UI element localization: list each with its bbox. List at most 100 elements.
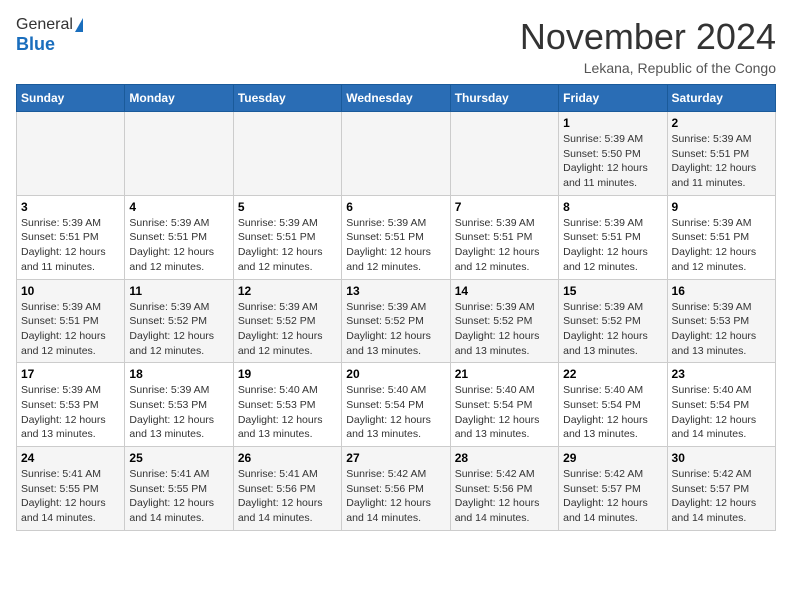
calendar-week-row: 3 Sunrise: 5:39 AM Sunset: 5:51 PM Daylig… <box>17 195 776 279</box>
day-info-text: Sunrise: 5:42 AM Sunset: 5:56 PM Dayligh… <box>455 467 554 526</box>
day-of-week-header: Saturday <box>667 85 775 112</box>
day-info-text: Sunrise: 5:39 AM Sunset: 5:52 PM Dayligh… <box>455 300 554 359</box>
day-number: 12 <box>238 284 337 298</box>
calendar-week-row: 1 Sunrise: 5:39 AM Sunset: 5:50 PM Daylig… <box>17 112 776 196</box>
day-info-text: Sunrise: 5:39 AM Sunset: 5:50 PM Dayligh… <box>563 132 662 191</box>
day-number: 10 <box>21 284 120 298</box>
calendar-cell: 25 Sunrise: 5:41 AM Sunset: 5:55 PM Dayli… <box>125 447 233 531</box>
day-number: 14 <box>455 284 554 298</box>
day-number: 29 <box>563 451 662 465</box>
month-title: November 2024 <box>520 16 776 58</box>
calendar-cell: 24Sunrise: 5:41 AM Sunset: 5:55 PM Dayli… <box>17 447 125 531</box>
day-number: 1 <box>563 116 662 130</box>
day-info-text: Sunrise: 5:39 AM Sunset: 5:51 PM Dayligh… <box>563 216 662 275</box>
day-info-text: Sunrise: 5:39 AM Sunset: 5:51 PM Dayligh… <box>672 132 771 191</box>
day-number: 5 <box>238 200 337 214</box>
day-number: 9 <box>672 200 771 214</box>
calendar-cell: 10Sunrise: 5:39 AM Sunset: 5:51 PM Dayli… <box>17 279 125 363</box>
calendar-cell <box>125 112 233 196</box>
day-info-text: Sunrise: 5:39 AM Sunset: 5:51 PM Dayligh… <box>129 216 228 275</box>
calendar-cell <box>450 112 558 196</box>
calendar-cell: 5Sunrise: 5:39 AM Sunset: 5:51 PM Daylig… <box>233 195 341 279</box>
day-number: 18 <box>129 367 228 381</box>
calendar-cell: 26 Sunrise: 5:41 AM Sunset: 5:56 PM Dayli… <box>233 447 341 531</box>
logo-triangle-icon <box>75 18 83 32</box>
day-of-week-header: Thursday <box>450 85 558 112</box>
calendar-cell: 19Sunrise: 5:40 AM Sunset: 5:53 PM Dayli… <box>233 363 341 447</box>
day-number: 25 <box>129 451 228 465</box>
day-number: 26 <box>238 451 337 465</box>
day-info-text: Sunrise: 5:42 AM Sunset: 5:56 PM Dayligh… <box>346 467 445 526</box>
day-of-week-header: Friday <box>559 85 667 112</box>
calendar-cell: 7Sunrise: 5:39 AM Sunset: 5:51 PM Daylig… <box>450 195 558 279</box>
day-info-text: Sunrise: 5:39 AM Sunset: 5:53 PM Dayligh… <box>672 300 771 359</box>
day-info-text: Sunrise: 5:40 AM Sunset: 5:54 PM Dayligh… <box>672 383 771 442</box>
logo-blue-text: Blue <box>16 34 55 55</box>
day-info-text: Sunrise: 5:42 AM Sunset: 5:57 PM Dayligh… <box>563 467 662 526</box>
calendar-cell: 16 Sunrise: 5:39 AM Sunset: 5:53 PM Dayli… <box>667 279 775 363</box>
day-number: 30 <box>672 451 771 465</box>
day-number: 15 <box>563 284 662 298</box>
day-number: 11 <box>129 284 228 298</box>
calendar-cell: 22Sunrise: 5:40 AM Sunset: 5:54 PM Dayli… <box>559 363 667 447</box>
day-of-week-header: Tuesday <box>233 85 341 112</box>
logo: General Blue <box>16 16 83 55</box>
location-subtitle: Lekana, Republic of the Congo <box>520 60 776 76</box>
calendar-table: SundayMondayTuesdayWednesdayThursdayFrid… <box>16 84 776 531</box>
calendar-cell <box>342 112 450 196</box>
day-info-text: Sunrise: 5:39 AM Sunset: 5:52 PM Dayligh… <box>563 300 662 359</box>
day-info-text: Sunrise: 5:40 AM Sunset: 5:54 PM Dayligh… <box>455 383 554 442</box>
day-info-text: Sunrise: 5:39 AM Sunset: 5:53 PM Dayligh… <box>21 383 120 442</box>
day-number: 7 <box>455 200 554 214</box>
day-info-text: Sunrise: 5:39 AM Sunset: 5:51 PM Dayligh… <box>346 216 445 275</box>
calendar-cell: 2 Sunrise: 5:39 AM Sunset: 5:51 PM Daylig… <box>667 112 775 196</box>
day-number: 13 <box>346 284 445 298</box>
day-number: 20 <box>346 367 445 381</box>
day-number: 24 <box>21 451 120 465</box>
calendar-cell: 15 Sunrise: 5:39 AM Sunset: 5:52 PM Dayli… <box>559 279 667 363</box>
calendar-cell: 1 Sunrise: 5:39 AM Sunset: 5:50 PM Daylig… <box>559 112 667 196</box>
calendar-cell: 11 Sunrise: 5:39 AM Sunset: 5:52 PM Dayli… <box>125 279 233 363</box>
day-info-text: Sunrise: 5:39 AM Sunset: 5:53 PM Dayligh… <box>129 383 228 442</box>
calendar-cell: 12 Sunrise: 5:39 AM Sunset: 5:52 PM Dayli… <box>233 279 341 363</box>
calendar-cell: 13 Sunrise: 5:39 AM Sunset: 5:52 PM Dayli… <box>342 279 450 363</box>
calendar-cell: 28 Sunrise: 5:42 AM Sunset: 5:56 PM Dayli… <box>450 447 558 531</box>
calendar-cell: 6 Sunrise: 5:39 AM Sunset: 5:51 PM Daylig… <box>342 195 450 279</box>
day-number: 23 <box>672 367 771 381</box>
calendar-cell: 18 Sunrise: 5:39 AM Sunset: 5:53 PM Dayli… <box>125 363 233 447</box>
calendar-cell <box>233 112 341 196</box>
calendar-cell: 30Sunrise: 5:42 AM Sunset: 5:57 PM Dayli… <box>667 447 775 531</box>
day-info-text: Sunrise: 5:41 AM Sunset: 5:56 PM Dayligh… <box>238 467 337 526</box>
day-info-text: Sunrise: 5:39 AM Sunset: 5:51 PM Dayligh… <box>672 216 771 275</box>
day-info-text: Sunrise: 5:41 AM Sunset: 5:55 PM Dayligh… <box>129 467 228 526</box>
day-number: 3 <box>21 200 120 214</box>
day-number: 16 <box>672 284 771 298</box>
day-number: 28 <box>455 451 554 465</box>
page-header: General Blue November 2024 Lekana, Repub… <box>16 16 776 76</box>
day-of-week-header: Monday <box>125 85 233 112</box>
day-number: 19 <box>238 367 337 381</box>
calendar-week-row: 24 Sunrise: 5:41 AM Sunset: 5:55 PM Dayli… <box>17 447 776 531</box>
calendar-cell: 27 Sunrise: 5:42 AM Sunset: 5:56 PM Dayli… <box>342 447 450 531</box>
day-number: 2 <box>672 116 771 130</box>
calendar-cell: 14 Sunrise: 5:39 AM Sunset: 5:52 PM Dayli… <box>450 279 558 363</box>
day-info-text: Sunrise: 5:39 AM Sunset: 5:52 PM Dayligh… <box>129 300 228 359</box>
day-of-week-header: Wednesday <box>342 85 450 112</box>
day-number: 21 <box>455 367 554 381</box>
calendar-header-row: SundayMondayTuesdayWednesdayThursdayFrid… <box>17 85 776 112</box>
day-number: 27 <box>346 451 445 465</box>
day-info-text: Sunrise: 5:40 AM Sunset: 5:54 PM Dayligh… <box>346 383 445 442</box>
calendar-cell: 21 Sunrise: 5:40 AM Sunset: 5:54 PM Dayli… <box>450 363 558 447</box>
day-number: 22 <box>563 367 662 381</box>
title-area: November 2024 Lekana, Republic of the Co… <box>520 16 776 76</box>
calendar-cell: 3Sunrise: 5:39 AM Sunset: 5:51 PM Daylig… <box>17 195 125 279</box>
day-of-week-header: Sunday <box>17 85 125 112</box>
calendar-cell: 9 Sunrise: 5:39 AM Sunset: 5:51 PM Daylig… <box>667 195 775 279</box>
calendar-cell: 23 Sunrise: 5:40 AM Sunset: 5:54 PM Dayli… <box>667 363 775 447</box>
day-info-text: Sunrise: 5:39 AM Sunset: 5:52 PM Dayligh… <box>238 300 337 359</box>
calendar-cell: 20 Sunrise: 5:40 AM Sunset: 5:54 PM Dayli… <box>342 363 450 447</box>
day-number: 17 <box>21 367 120 381</box>
day-number: 6 <box>346 200 445 214</box>
calendar-cell: 17 Sunrise: 5:39 AM Sunset: 5:53 PM Dayli… <box>17 363 125 447</box>
day-info-text: Sunrise: 5:39 AM Sunset: 5:52 PM Dayligh… <box>346 300 445 359</box>
